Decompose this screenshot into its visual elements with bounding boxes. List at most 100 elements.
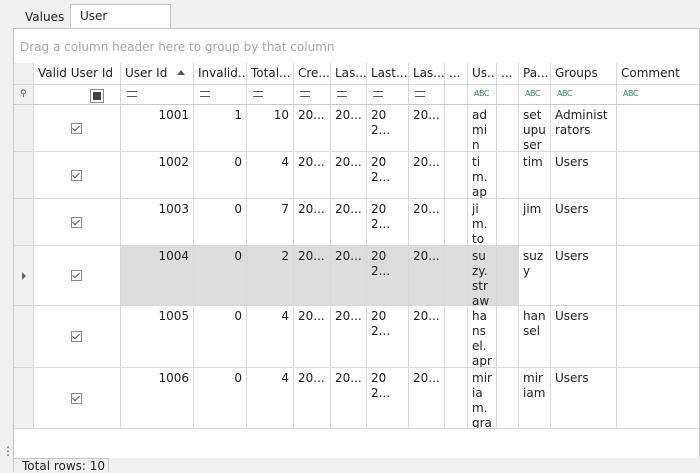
cell-id[interactable]: 1001 bbox=[121, 105, 194, 152]
filter-cell-last1[interactable] bbox=[331, 85, 367, 105]
valid-user-checkbox[interactable] bbox=[71, 169, 82, 181]
cell-dots[interactable] bbox=[445, 105, 468, 152]
cell-valid[interactable] bbox=[34, 306, 121, 368]
cell-dots[interactable] bbox=[445, 152, 468, 199]
valid-user-checkbox[interactable] bbox=[71, 270, 82, 281]
valid-user-checkbox[interactable] bbox=[71, 122, 82, 134]
row-indicator[interactable] bbox=[14, 246, 34, 306]
cell-dots[interactable] bbox=[445, 199, 468, 246]
column-header-groups[interactable]: Groups bbox=[551, 63, 617, 85]
cell-last2[interactable]: 202... bbox=[367, 246, 409, 306]
column-header-last2[interactable]: Last... bbox=[367, 63, 409, 85]
cell-last2[interactable]: 202... bbox=[367, 199, 409, 246]
cell-id[interactable]: 1004 bbox=[121, 246, 194, 306]
cell-pass[interactable]: hansel bbox=[519, 306, 551, 368]
filter-cell-last2[interactable] bbox=[367, 85, 409, 105]
cell-groups[interactable]: Users bbox=[551, 199, 617, 246]
column-header-created[interactable]: Cre... bbox=[294, 63, 331, 85]
cell-pass[interactable]: tim bbox=[519, 152, 551, 199]
valid-user-checkbox[interactable] bbox=[71, 392, 82, 404]
cell-id[interactable]: 1002 bbox=[121, 152, 194, 199]
column-header-comment[interactable]: Comment bbox=[617, 63, 700, 85]
cell-id[interactable]: 1003 bbox=[121, 199, 194, 246]
cell-valid[interactable] bbox=[34, 152, 121, 199]
cell-invalid[interactable]: 0 bbox=[194, 152, 247, 199]
tab-user-accounts[interactable]: User accounts bbox=[70, 4, 171, 45]
filter-cell-pass[interactable]: ABC bbox=[519, 85, 551, 105]
cell-last3[interactable]: 20... bbox=[409, 152, 445, 199]
cell-last2[interactable]: 202... bbox=[367, 368, 409, 429]
cell-last2[interactable]: 202... bbox=[367, 306, 409, 368]
cell-pass[interactable]: miriam bbox=[519, 368, 551, 429]
cell-id[interactable]: 1005 bbox=[121, 306, 194, 368]
column-header-last3[interactable]: Las... bbox=[409, 63, 445, 85]
column-header-dots2[interactable]: ... bbox=[497, 63, 519, 85]
cell-user[interactable]: suzy.strawberry bbox=[468, 246, 497, 306]
cell-invalid[interactable]: 0 bbox=[194, 368, 247, 429]
valid-user-checkbox[interactable] bbox=[71, 331, 82, 342]
filter-cell-comment[interactable]: ABC bbox=[617, 85, 700, 105]
cell-created[interactable]: 20... bbox=[294, 105, 331, 152]
cell-dots[interactable] bbox=[445, 306, 468, 368]
cell-groups[interactable]: Users bbox=[551, 306, 617, 368]
table-row[interactable]: 10060420...20...202...20...miriam.grapes… bbox=[14, 368, 700, 429]
cell-dots[interactable] bbox=[445, 246, 468, 306]
filter-cell-id[interactable] bbox=[121, 85, 194, 105]
cell-total[interactable]: 7 bbox=[247, 199, 294, 246]
cell-last2[interactable]: 202... bbox=[367, 152, 409, 199]
cell-dots2[interactable] bbox=[497, 368, 519, 429]
cell-pass[interactable]: setupuser bbox=[519, 105, 551, 152]
column-header-dots[interactable]: ... bbox=[445, 63, 468, 85]
table-row[interactable]: 10050420...20...202...20...hansel.aprico… bbox=[14, 306, 700, 368]
filter-cell-last3[interactable] bbox=[409, 85, 445, 105]
cell-invalid[interactable]: 0 bbox=[194, 246, 247, 306]
cell-comment[interactable] bbox=[617, 246, 700, 306]
cell-created[interactable]: 20... bbox=[294, 152, 331, 199]
cell-user[interactable]: hansel.apricot bbox=[468, 306, 497, 368]
column-header-last1[interactable]: Las... bbox=[331, 63, 367, 85]
tab-values[interactable]: Values bbox=[15, 5, 70, 28]
cell-valid[interactable] bbox=[34, 105, 121, 152]
row-indicator[interactable] bbox=[14, 199, 34, 246]
valid-user-checkbox[interactable] bbox=[71, 216, 82, 228]
table-row[interactable]: 10020420...20...202...20...tim.appletimU… bbox=[14, 152, 700, 199]
cell-last3[interactable]: 20... bbox=[409, 368, 445, 429]
cell-created[interactable]: 20... bbox=[294, 368, 331, 429]
filter-cell-created[interactable] bbox=[294, 85, 331, 105]
column-header-user[interactable]: Us... bbox=[468, 63, 497, 85]
cell-dots[interactable] bbox=[445, 368, 468, 429]
cell-comment[interactable] bbox=[617, 368, 700, 429]
row-indicator[interactable] bbox=[14, 306, 34, 368]
cell-groups[interactable]: Users bbox=[551, 368, 617, 429]
cell-user[interactable]: miriam.grapes bbox=[468, 368, 497, 429]
cell-created[interactable]: 20... bbox=[294, 306, 331, 368]
cell-created[interactable]: 20... bbox=[294, 199, 331, 246]
filter-cell-user[interactable]: ABC bbox=[468, 85, 497, 105]
cell-last1[interactable]: 20... bbox=[331, 105, 367, 152]
row-indicator[interactable] bbox=[14, 368, 34, 429]
cell-total[interactable]: 2 bbox=[247, 246, 294, 306]
cell-comment[interactable] bbox=[617, 105, 700, 152]
cell-valid[interactable] bbox=[34, 199, 121, 246]
cell-last1[interactable]: 20... bbox=[331, 246, 367, 306]
row-indicator[interactable] bbox=[14, 105, 34, 152]
cell-total[interactable]: 4 bbox=[247, 368, 294, 429]
cell-last3[interactable]: 20... bbox=[409, 246, 445, 306]
cell-groups[interactable]: Administrators bbox=[551, 105, 617, 152]
table-row[interactable]: 10030720...20...202...20...jim.tomatojim… bbox=[14, 199, 700, 246]
cell-id[interactable]: 1006 bbox=[121, 368, 194, 429]
column-header-total[interactable]: Total... bbox=[247, 63, 294, 85]
column-header-pass[interactable]: Pa... bbox=[519, 63, 551, 85]
cell-valid[interactable] bbox=[34, 368, 121, 429]
cell-last3[interactable]: 20... bbox=[409, 199, 445, 246]
cell-pass[interactable]: suzy bbox=[519, 246, 551, 306]
cell-user[interactable]: tim.apple bbox=[468, 152, 497, 199]
filter-cell-total[interactable] bbox=[247, 85, 294, 105]
column-header-valid[interactable]: Valid User Id bbox=[34, 63, 121, 85]
filter-cell-invalid[interactable] bbox=[194, 85, 247, 105]
cell-last1[interactable]: 20... bbox=[331, 199, 367, 246]
cell-dots2[interactable] bbox=[497, 105, 519, 152]
cell-total[interactable]: 10 bbox=[247, 105, 294, 152]
cell-groups[interactable]: Users bbox=[551, 246, 617, 306]
cell-comment[interactable] bbox=[617, 199, 700, 246]
